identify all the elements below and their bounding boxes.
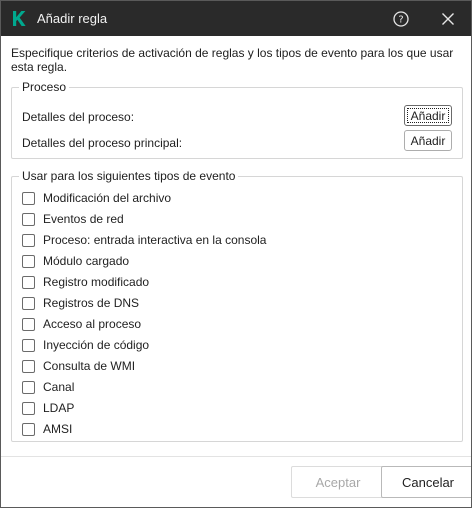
- module-loaded-checkbox[interactable]: [22, 254, 35, 268]
- amsi-checkbox[interactable]: [22, 422, 35, 436]
- interactive-console-label: Proceso: entrada interactiva en la conso…: [43, 233, 267, 247]
- process-access-checkbox[interactable]: [22, 317, 35, 331]
- checkbox-row-pipe[interactable]: Canal: [22, 379, 74, 395]
- add-process-details-button[interactable]: Añadir: [404, 105, 452, 126]
- parent-process-details-label: Detalles del proceso principal:: [22, 136, 183, 150]
- checkbox-row-module-loaded[interactable]: Módulo cargado: [22, 253, 129, 269]
- dialog-description: Especifique criterios de activación de r…: [11, 46, 454, 74]
- checkbox-row-interactive-console[interactable]: Proceso: entrada interactiva en la conso…: [22, 232, 266, 248]
- svg-text:?: ?: [398, 15, 403, 26]
- wmi-query-checkbox[interactable]: [22, 359, 35, 373]
- network-events-label: Eventos de red: [43, 212, 124, 226]
- pipe-checkbox[interactable]: [22, 380, 35, 394]
- checkbox-row-file-modification[interactable]: Modificación del archivo: [22, 190, 171, 206]
- checkbox-row-network-events[interactable]: Eventos de red: [22, 211, 124, 227]
- add-parent-process-details-button[interactable]: Añadir: [404, 130, 452, 151]
- module-loaded-label: Módulo cargado: [43, 254, 130, 268]
- accept-button[interactable]: Aceptar: [291, 466, 385, 498]
- file-modification-checkbox[interactable]: [22, 191, 35, 205]
- wmi-query-label: Consulta de WMI: [43, 359, 136, 373]
- dns-records-checkbox[interactable]: [22, 296, 35, 310]
- process-access-label: Acceso al proceso: [43, 317, 142, 331]
- process-details-label: Detalles del proceso:: [22, 110, 135, 124]
- add-rule-dialog: Añadir regla ? Especifique criterios de …: [0, 0, 472, 508]
- cancel-button[interactable]: Cancelar: [381, 466, 471, 498]
- registry-modified-label: Registro modificado: [43, 275, 150, 289]
- dialog-title: Añadir regla: [37, 11, 108, 26]
- amsi-label: AMSI: [43, 422, 73, 436]
- ldap-label: LDAP: [43, 401, 75, 415]
- checkbox-row-process-access[interactable]: Acceso al proceso: [22, 316, 141, 332]
- checkbox-row-dns-records[interactable]: Registros de DNS: [22, 295, 139, 311]
- interactive-console-checkbox[interactable]: [22, 233, 35, 247]
- kaspersky-logo-icon: [13, 11, 26, 26]
- event-types-group-legend: Usar para los siguientes tipos de evento: [19, 169, 239, 183]
- ldap-checkbox[interactable]: [22, 401, 35, 415]
- checkbox-row-wmi-query[interactable]: Consulta de WMI: [22, 358, 135, 374]
- process-group: Proceso Detalles del proceso: Añadir Det…: [11, 80, 463, 159]
- event-types-group: Usar para los siguientes tipos de evento…: [11, 169, 463, 442]
- close-icon[interactable]: [438, 9, 458, 29]
- dns-records-label: Registros de DNS: [43, 296, 140, 310]
- pipe-label: Canal: [43, 380, 75, 394]
- network-events-checkbox[interactable]: [22, 212, 35, 226]
- checkbox-row-registry-modified[interactable]: Registro modificado: [22, 274, 149, 290]
- help-icon[interactable]: ?: [391, 9, 411, 29]
- checkbox-row-ldap[interactable]: LDAP: [22, 400, 74, 416]
- process-group-legend: Proceso: [19, 80, 70, 94]
- registry-modified-checkbox[interactable]: [22, 275, 35, 289]
- code-injection-label: Inyección de código: [43, 338, 150, 352]
- title-bar: Añadir regla ?: [1, 1, 471, 36]
- footer-divider: [1, 456, 471, 457]
- checkbox-row-amsi[interactable]: AMSI: [22, 421, 72, 437]
- code-injection-checkbox[interactable]: [22, 338, 35, 352]
- file-modification-label: Modificación del archivo: [43, 191, 172, 205]
- checkbox-row-code-injection[interactable]: Inyección de código: [22, 337, 149, 353]
